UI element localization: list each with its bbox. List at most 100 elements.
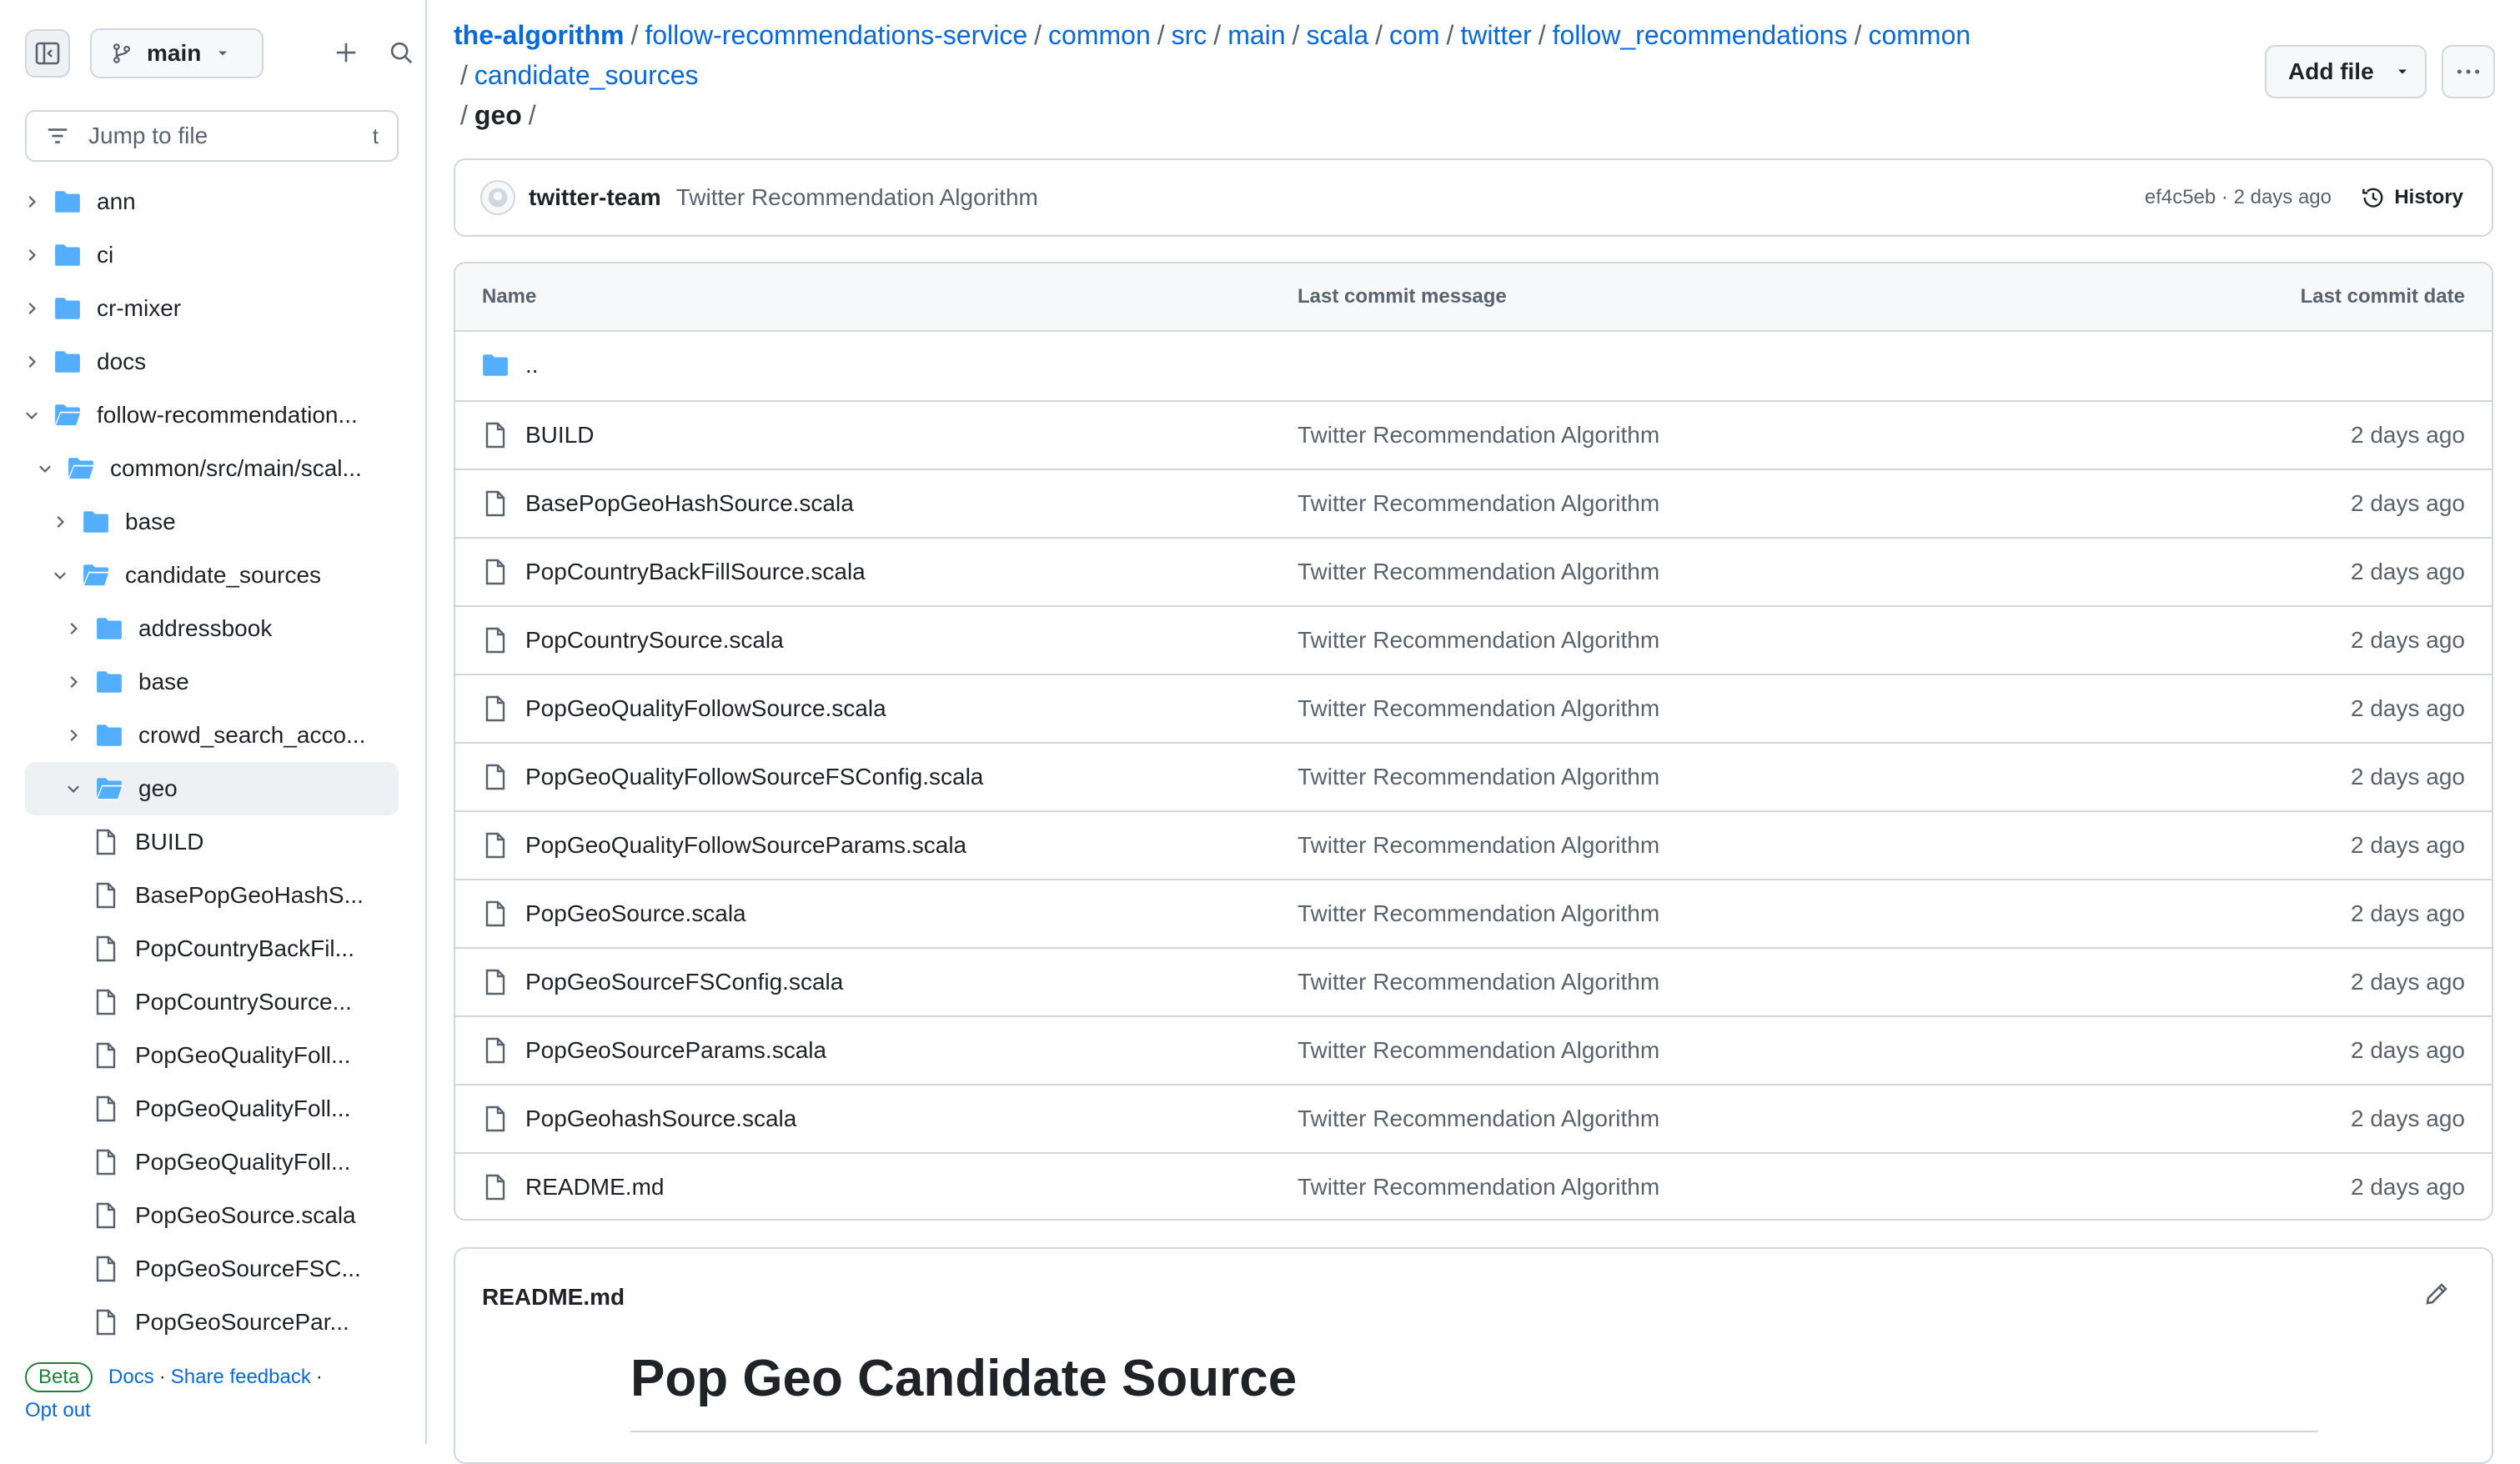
table-row[interactable]: README.md Twitter Recommendation Algorith… [455, 1152, 2492, 1219]
table-row[interactable]: PopGeoQualityFollowSource.scala Twitter R… [455, 674, 2492, 742]
parent-directory-link[interactable]: .. [525, 352, 539, 379]
tree-file-item[interactable]: PopCountrySource... [25, 975, 399, 1029]
file-name-link[interactable]: PopGeoQualityFollowSourceParams.scala [525, 832, 966, 859]
commit-message-link[interactable]: Twitter Recommendation Algorithm [1298, 422, 1659, 449]
commit-message-link[interactable]: Twitter Recommendation Algorithm [1298, 1037, 1659, 1064]
commit-author[interactable]: twitter-team [529, 184, 661, 211]
chevron-right-icon[interactable] [62, 670, 85, 694]
chevron-right-icon[interactable] [48, 510, 72, 534]
breadcrumb-link[interactable]: src [1172, 20, 1207, 50]
add-file-sidebar-button[interactable] [324, 28, 369, 77]
commit-message[interactable]: Twitter Recommendation Algorithm [676, 184, 1038, 211]
chevron-right-icon[interactable] [62, 617, 85, 640]
breadcrumb-link[interactable]: the-algorithm [454, 20, 624, 50]
tree-folder-item[interactable]: base [25, 655, 399, 709]
commit-message-link[interactable]: Twitter Recommendation Algorithm [1298, 969, 1659, 995]
chevron-right-icon[interactable] [20, 243, 43, 267]
tree-file-item[interactable]: BasePopGeoHashS... [25, 869, 399, 922]
table-row[interactable]: PopCountrySource.scala Twitter Recommenda… [455, 605, 2492, 674]
breadcrumb-link[interactable]: twitter [1460, 20, 1531, 50]
folder-icon [95, 614, 123, 643]
table-row[interactable]: BUILD Twitter Recommendation Algorithm 2 d… [455, 400, 2492, 469]
collapse-sidebar-button[interactable] [25, 29, 70, 78]
chevron-right-icon[interactable] [20, 350, 43, 374]
commit-message-link[interactable]: Twitter Recommendation Algorithm [1298, 764, 1659, 790]
commit-message-link[interactable]: Twitter Recommendation Algorithm [1298, 900, 1659, 927]
parent-directory-row[interactable]: .. [455, 332, 2492, 400]
file-name-link[interactable]: PopGeohashSource.scala [525, 1106, 796, 1132]
chevron-down-icon[interactable] [33, 457, 57, 480]
tree-folder-item[interactable]: candidate_sources [25, 549, 399, 602]
tree-file-item[interactable]: PopGeoQualityFoll... [25, 1082, 399, 1136]
commit-message-link[interactable]: Twitter Recommendation Algorithm [1298, 627, 1659, 654]
avatar[interactable] [480, 180, 515, 215]
file-name-link[interactable]: PopGeoSource.scala [525, 900, 746, 927]
commit-message-link[interactable]: Twitter Recommendation Algorithm [1298, 559, 1659, 585]
file-name-link[interactable]: README.md [525, 1174, 664, 1201]
more-options-button[interactable] [2442, 45, 2495, 98]
tree-folder-item[interactable]: ci [25, 228, 399, 282]
table-row[interactable]: PopGeoSourceFSConfig.scala Twitter Recomm… [455, 947, 2492, 1015]
table-row[interactable]: PopGeoQualityFollowSourceParams.scala Twi… [455, 810, 2492, 879]
table-row[interactable]: BasePopGeoHashSource.scala Twitter Recomm… [455, 469, 2492, 537]
share-feedback-link[interactable]: Share feedback [171, 1366, 311, 1388]
tree-file-item[interactable]: PopGeoQualityFoll... [25, 1029, 399, 1082]
tree-file-item[interactable]: PopCountryBackFil... [25, 922, 399, 975]
chevron-right-icon[interactable] [20, 297, 43, 320]
tree-folder-item[interactable]: follow-recommendation... [25, 389, 399, 442]
add-file-button[interactable]: Add file [2265, 45, 2427, 98]
tree-folder-item[interactable]: cr-mixer [25, 282, 399, 335]
commit-meta[interactable]: ef4c5eb · 2 days ago [2145, 186, 2332, 209]
table-row[interactable]: PopGeoSourceParams.scala Twitter Recommen… [455, 1015, 2492, 1084]
file-name-link[interactable]: PopGeoQualityFollowSourceFSConfig.scala [525, 764, 983, 790]
tree-folder-item[interactable]: crowd_search_acco... [25, 709, 399, 762]
table-row[interactable]: PopGeoSource.scala Twitter Recommendation… [455, 879, 2492, 947]
tree-folder-item[interactable]: common/src/main/scal... [25, 442, 399, 495]
history-button[interactable]: History [2361, 185, 2463, 210]
breadcrumb-link[interactable]: main [1227, 20, 1285, 50]
tree-folder-item[interactable]: geo [25, 762, 399, 815]
table-row[interactable]: PopCountryBackFillSource.scala Twitter Re… [455, 537, 2492, 605]
edit-readme-button[interactable] [2423, 1281, 2450, 1311]
tree-file-item[interactable]: PopGeoSource.scala [25, 1189, 399, 1242]
breadcrumb-link[interactable]: follow-recommendations-service [645, 20, 1027, 50]
file-name-link[interactable]: PopGeoQualityFollowSource.scala [525, 695, 886, 722]
chevron-right-icon[interactable] [20, 190, 43, 213]
opt-out-link[interactable]: Opt out [25, 1399, 91, 1421]
search-files-button[interactable] [379, 28, 424, 77]
breadcrumb-link[interactable]: com [1389, 20, 1439, 50]
file-name-link[interactable]: PopCountrySource.scala [525, 627, 784, 654]
commit-message-link[interactable]: Twitter Recommendation Algorithm [1298, 490, 1659, 517]
file-name-link[interactable]: BUILD [525, 422, 594, 449]
docs-link[interactable]: Docs [108, 1366, 154, 1388]
table-row[interactable]: PopGeohashSource.scala Twitter Recommenda… [455, 1084, 2492, 1152]
tree-file-item[interactable]: BUILD [25, 815, 399, 869]
chevron-right-icon[interactable] [62, 724, 85, 747]
commit-message-link[interactable]: Twitter Recommendation Algorithm [1298, 1174, 1659, 1201]
breadcrumb-link[interactable]: common [1868, 20, 1970, 50]
commit-message-link[interactable]: Twitter Recommendation Algorithm [1298, 695, 1659, 722]
tree-file-item[interactable]: PopGeoSourcePar... [25, 1296, 399, 1349]
tree-folder-item[interactable]: ann [25, 175, 399, 228]
breadcrumb-link[interactable]: follow_recommendations [1553, 20, 1848, 50]
file-name-link[interactable]: PopGeoSourceParams.scala [525, 1037, 826, 1064]
table-row[interactable]: PopGeoQualityFollowSourceFSConfig.scala T… [455, 742, 2492, 810]
tree-file-item[interactable]: PopGeoQualityFoll... [25, 1136, 399, 1189]
chevron-down-icon[interactable] [20, 404, 43, 427]
commit-message-link[interactable]: Twitter Recommendation Algorithm [1298, 832, 1659, 859]
tree-folder-item[interactable]: base [25, 495, 399, 549]
file-name-link[interactable]: PopGeoSourceFSConfig.scala [525, 969, 843, 995]
file-name-link[interactable]: BasePopGeoHashSource.scala [525, 490, 854, 517]
breadcrumb-link[interactable]: scala [1306, 20, 1368, 50]
jump-to-file-input[interactable]: Jump to file t [25, 110, 399, 162]
branch-selector-button[interactable]: main [90, 28, 264, 78]
file-name-link[interactable]: PopCountryBackFillSource.scala [525, 559, 866, 585]
tree-folder-item[interactable]: addressbook [25, 602, 399, 655]
commit-message-link[interactable]: Twitter Recommendation Algorithm [1298, 1106, 1659, 1132]
tree-file-item[interactable]: PopGeoSourceFSC... [25, 1242, 399, 1296]
chevron-down-icon[interactable] [48, 564, 72, 587]
tree-folder-item[interactable]: docs [25, 335, 399, 389]
breadcrumb-link[interactable]: common [1048, 20, 1151, 50]
chevron-down-icon[interactable] [62, 777, 85, 800]
breadcrumb-link[interactable]: candidate_sources [474, 60, 699, 90]
